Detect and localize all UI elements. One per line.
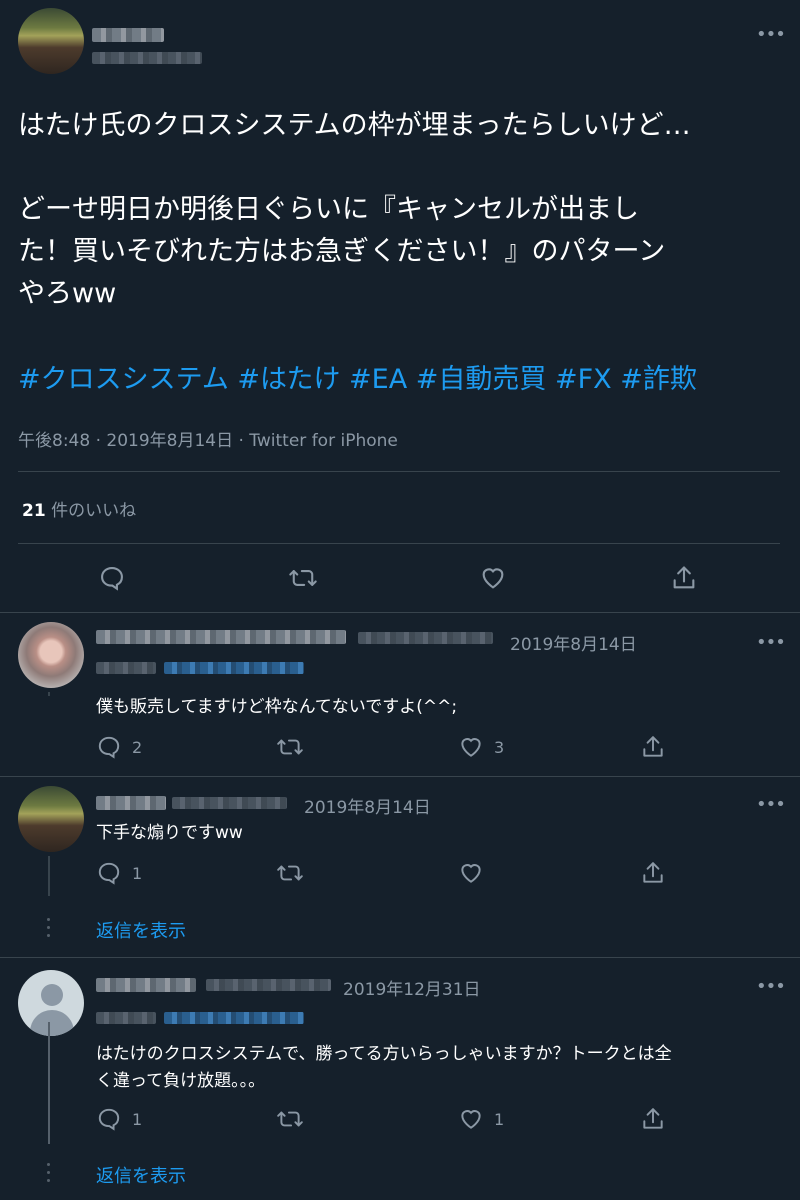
more-icon[interactable]: ••• — [756, 796, 786, 814]
reply-handle-redacted — [172, 797, 287, 809]
heart-icon — [458, 734, 484, 760]
reply-button[interactable]: 1 — [96, 860, 142, 886]
more-icon[interactable]: ••• — [756, 634, 786, 652]
reply-handle-redacted — [358, 632, 493, 644]
reply-to-label-redacted — [96, 662, 156, 674]
reply-icon — [96, 860, 122, 886]
share-icon — [640, 860, 666, 886]
author-name-redacted[interactable] — [92, 28, 164, 42]
retweet-button[interactable] — [276, 860, 314, 886]
thread-line — [48, 1022, 50, 1144]
likes-count[interactable]: 21 件のいいね — [22, 496, 136, 521]
reply-text: 僕も販売してますけど枠なんてないですよ(^^; — [96, 697, 458, 717]
reply-count: 1 — [132, 1109, 143, 1129]
retweet-icon — [276, 1106, 304, 1132]
tweet-meta: 午後8:48 · 2019年8月14日 · Twitter for iPhone — [18, 431, 398, 451]
reply-name-redacted[interactable] — [96, 630, 346, 644]
heart-icon — [458, 860, 484, 886]
divider — [18, 471, 780, 472]
tweet-text-line-3: た！買いそびれた方はお急ぎください！』のパターン — [18, 236, 666, 267]
more-icon[interactable]: ••• — [756, 978, 786, 996]
share-icon — [640, 1106, 666, 1132]
like-count: 1 — [494, 1109, 505, 1129]
more-icon[interactable]: ••• — [756, 26, 786, 44]
retweet-button[interactable] — [288, 564, 318, 592]
share-button[interactable] — [640, 1106, 666, 1132]
like-button[interactable]: 1 — [458, 1106, 504, 1132]
tweet-text-line-2: どーせ明日か明後日ぐらいに『キャンセルが出まし — [18, 194, 639, 225]
share-button[interactable] — [640, 734, 666, 760]
show-replies-link[interactable]: 返信を表示 — [96, 917, 186, 943]
default-avatar-icon[interactable] — [18, 970, 84, 1036]
reply-date[interactable]: 2019年8月14日 — [510, 630, 637, 655]
reply-avatar[interactable] — [18, 786, 84, 852]
heart-icon — [479, 564, 507, 592]
divider — [0, 957, 800, 958]
reply-count: 2 — [132, 737, 143, 757]
thread-line — [48, 856, 50, 896]
share-button[interactable] — [670, 564, 698, 592]
hashtag-links[interactable]: #クロスシステム #はたけ #EA #自動売買 #FX #詐欺 — [18, 360, 697, 400]
reply-date[interactable]: 2019年8月14日 — [304, 793, 431, 818]
reply-text: 下手な煽りですww — [96, 823, 243, 843]
like-button[interactable] — [458, 860, 494, 886]
reply-button[interactable]: 1 — [96, 1106, 142, 1132]
reply-icon — [98, 564, 126, 592]
reply-avatar[interactable] — [18, 622, 84, 688]
share-button[interactable] — [640, 860, 666, 886]
divider — [0, 612, 800, 613]
reply-date[interactable]: 2019年12月31日 — [343, 975, 481, 1000]
reply-text-line-1: はたけのクロスシステムで、勝ってる方いらっしゃいますか？トークとは全 — [96, 1044, 672, 1064]
thread-line — [48, 692, 50, 696]
avatar-body — [30, 1010, 74, 1036]
heart-icon — [458, 1106, 484, 1132]
retweet-icon — [276, 860, 304, 886]
reply-count: 1 — [132, 863, 143, 883]
reply-icon — [96, 734, 122, 760]
reply-to-mention-redacted[interactable] — [164, 662, 304, 674]
tweet-text-line-4: やろww — [18, 278, 117, 309]
like-count: 3 — [494, 737, 505, 757]
share-icon — [640, 734, 666, 760]
retweet-button[interactable] — [276, 1106, 314, 1132]
tweet-text-line-1: はたけ氏のクロスシステムの枠が埋まったらしいけど… — [18, 110, 691, 141]
retweet-button[interactable] — [276, 734, 314, 760]
thread-dots — [47, 918, 50, 942]
retweet-icon — [276, 734, 304, 760]
share-icon — [670, 564, 698, 592]
author-handle-redacted — [92, 52, 202, 64]
reply-name-redacted[interactable] — [96, 978, 196, 992]
retweet-icon — [288, 564, 318, 592]
reply-to-label-redacted — [96, 1012, 156, 1024]
show-replies-link[interactable]: 返信を表示 — [96, 1162, 186, 1188]
avatar-head — [41, 984, 63, 1006]
reply-to-mention-redacted[interactable] — [164, 1012, 304, 1024]
like-button[interactable] — [479, 564, 507, 592]
reply-handle-redacted — [206, 979, 331, 991]
reply-button[interactable]: 2 — [96, 734, 142, 760]
like-button[interactable]: 3 — [458, 734, 504, 760]
divider — [0, 776, 800, 777]
reply-button[interactable] — [98, 564, 126, 592]
reply-name-redacted[interactable] — [96, 796, 166, 810]
reply-text-line-2: く違って負け放題。。。 — [96, 1071, 266, 1091]
author-avatar[interactable] — [18, 8, 84, 74]
reply-icon — [96, 1106, 122, 1132]
divider — [18, 543, 780, 544]
thread-dots — [47, 1163, 50, 1187]
